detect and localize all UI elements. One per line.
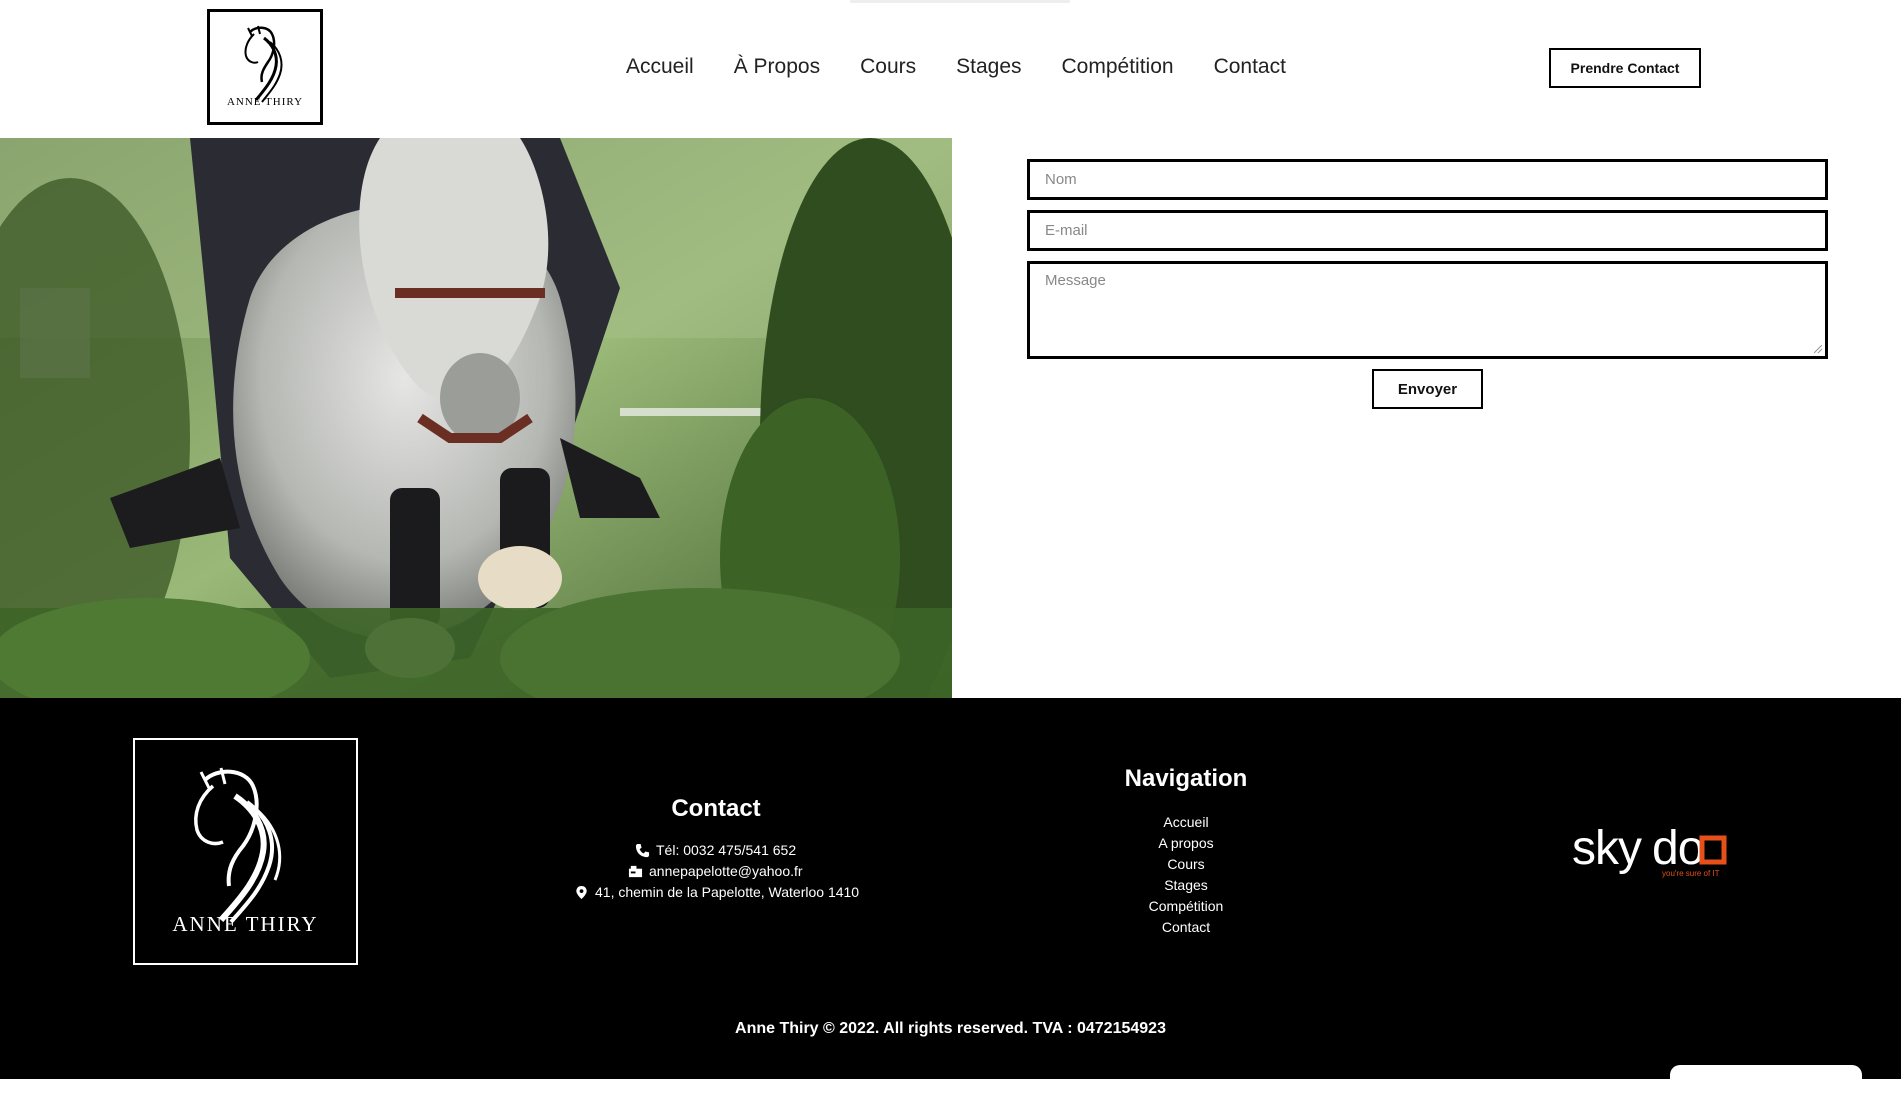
navigation-heading: Navigation xyxy=(1124,765,1248,792)
name-field[interactable]: Nom xyxy=(1027,159,1828,200)
address-line: 41, chemin de la Papelotte, Waterloo 141… xyxy=(574,884,859,900)
footer-nav-cours[interactable]: Cours xyxy=(1086,854,1286,875)
map-pin-icon xyxy=(576,885,587,899)
logo-text: ANNE THIRY xyxy=(226,96,304,108)
floating-widget[interactable] xyxy=(1670,1065,1862,1095)
horse-photo-image xyxy=(0,138,952,698)
send-button[interactable]: Envoyer xyxy=(1372,369,1483,409)
site-logo[interactable]: ANNE THIRY xyxy=(207,9,323,125)
prendre-contact-button[interactable]: Prendre Contact xyxy=(1549,48,1701,88)
footer-logo-text: ANNE THIRY xyxy=(172,912,319,936)
nav-item-accueil[interactable]: Accueil xyxy=(626,55,694,79)
message-placeholder: Message xyxy=(1045,272,1106,289)
horse-jumping-photo xyxy=(0,138,952,698)
svg-text:sky: sky xyxy=(1572,822,1642,875)
nav-item-competition[interactable]: Compétition xyxy=(1062,55,1174,79)
skydoo-logo-icon: sky do you're sure of IT xyxy=(1572,822,1727,878)
footer-nav-a-propos[interactable]: A propos xyxy=(1086,833,1286,854)
footer-nav-contact[interactable]: Contact xyxy=(1086,917,1286,938)
email-line[interactable]: annepapelotte@yahoo.fr xyxy=(628,863,803,879)
nav-item-contact[interactable]: Contact xyxy=(1214,55,1286,79)
nav-item-a-propos[interactable]: À Propos xyxy=(734,55,820,79)
email-field[interactable]: E-mail xyxy=(1027,210,1828,251)
site-footer: ANNE THIRY Contact Tél: 0032 475/541 652… xyxy=(0,698,1901,1079)
nav-item-cours[interactable]: Cours xyxy=(860,55,916,79)
footer-logo[interactable]: ANNE THIRY xyxy=(133,738,358,965)
phone-icon xyxy=(635,843,650,857)
site-header: ANNE THIRY Accueil À Propos Cours Stages… xyxy=(0,0,1901,138)
skydoo-logo[interactable]: sky do you're sure of IT xyxy=(1570,818,1750,888)
nav-item-stages[interactable]: Stages xyxy=(956,55,1021,79)
footer-nav-competition[interactable]: Compétition xyxy=(1086,896,1286,917)
main-nav: Accueil À Propos Cours Stages Compétitio… xyxy=(626,55,1326,79)
svg-text:do: do xyxy=(1652,822,1703,875)
footer-nav-stages[interactable]: Stages xyxy=(1086,875,1286,896)
footer-nav: Accueil A propos Cours Stages Compétitio… xyxy=(1086,812,1286,938)
footer-nav-accueil[interactable]: Accueil xyxy=(1086,812,1286,833)
copyright-text: Anne Thiry © 2022. All rights reserved. … xyxy=(735,1020,1166,1037)
email-text: annepapelotte@yahoo.fr xyxy=(649,863,803,879)
contact-heading: Contact xyxy=(671,795,761,822)
address-text: 41, chemin de la Papelotte, Waterloo 141… xyxy=(595,884,860,900)
top-divider xyxy=(850,0,1070,3)
mailbox-icon xyxy=(628,865,643,877)
svg-text:you're sure of IT: you're sure of IT xyxy=(1662,869,1720,878)
phone-line[interactable]: Tél: 0032 475/541 652 xyxy=(635,842,796,858)
message-field[interactable]: Message xyxy=(1027,261,1828,359)
phone-text: Tél: 0032 475/541 652 xyxy=(656,842,797,858)
resize-handle-icon[interactable] xyxy=(1814,345,1822,353)
